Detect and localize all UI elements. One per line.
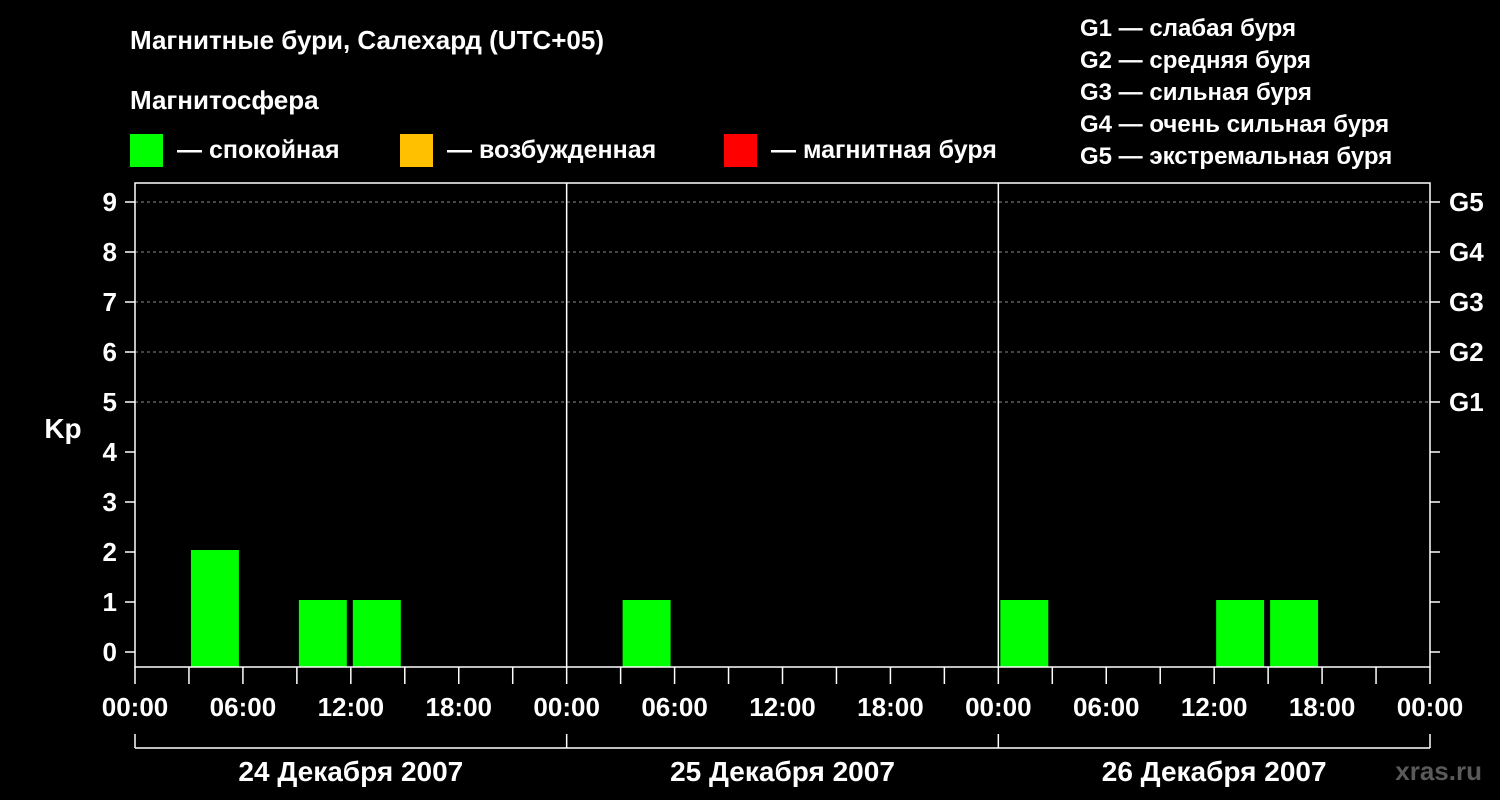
- storm-level-label: G4: [1449, 237, 1484, 267]
- watermark: xras.ru: [1395, 756, 1482, 786]
- legend-label-storm: — магнитная буря: [771, 136, 997, 164]
- y-tick-label: 5: [103, 387, 117, 417]
- bars: [190, 550, 1319, 667]
- x-tick-label: 06:00: [1073, 692, 1140, 722]
- y-tick-label: 4: [103, 437, 118, 467]
- storm-level-label: G3: [1449, 287, 1484, 317]
- legend-heading: Магнитосфера: [130, 85, 319, 115]
- x-tick-label: 00:00: [965, 692, 1032, 722]
- legend-label-disturbed: — возбужденная: [447, 136, 656, 164]
- storm-level-label: G5: [1449, 187, 1484, 217]
- day-label: 25 Декабря 2007: [670, 756, 895, 787]
- y-axis-label: Kp: [44, 413, 81, 444]
- legend-swatch-disturbed: [400, 134, 433, 167]
- x-tick-label: 00:00: [102, 692, 169, 722]
- kp-bar: [298, 600, 347, 667]
- y-tick-label: 1: [103, 587, 117, 617]
- day-label: 26 Декабря 2007: [1102, 756, 1327, 787]
- storm-scale-legend: G1 — слабая буря G2 — средняя буря G3 — …: [1080, 15, 1392, 170]
- x-tick-label: 06:00: [641, 692, 708, 722]
- x-tick-label: 12:00: [749, 692, 816, 722]
- storm-scale-g4: G4 — очень сильная буря: [1080, 111, 1389, 138]
- legend-label-quiet: — спокойная: [177, 136, 340, 164]
- kp-bar: [190, 550, 239, 667]
- kp-bar: [352, 600, 401, 667]
- storm-scale-g3: G3 — сильная буря: [1080, 79, 1312, 106]
- storm-level-label: G2: [1449, 337, 1484, 367]
- x-tick-label: 18:00: [1289, 692, 1356, 722]
- plot-frame: [134, 182, 1431, 668]
- y-tick-label: 9: [103, 187, 117, 217]
- legend-swatch-storm: [724, 134, 757, 167]
- storm-scale-g1: G1 — слабая буря: [1080, 15, 1296, 42]
- x-tick-label: 00:00: [1397, 692, 1464, 722]
- y-tick-label: 3: [103, 487, 117, 517]
- x-tick-label: 18:00: [426, 692, 493, 722]
- storm-level-label: G1: [1449, 387, 1484, 417]
- kp-bar: [622, 600, 671, 667]
- y-tick-label: 0: [103, 637, 117, 667]
- kp-chart: Магнитные бури, Салехард (UTC+05) Магнит…: [44, 15, 1484, 787]
- y-tick-label: 2: [103, 537, 117, 567]
- kp-bar: [1000, 600, 1049, 667]
- x-tick-label: 12:00: [1181, 692, 1248, 722]
- y-tick-label: 6: [103, 337, 117, 367]
- x-tick-label: 06:00: [210, 692, 277, 722]
- legend: — спокойная — возбужденная — магнитная б…: [130, 134, 997, 167]
- y-tick-label: 7: [103, 287, 117, 317]
- kp-bar: [1216, 600, 1265, 667]
- x-tick-label: 00:00: [533, 692, 600, 722]
- legend-swatch-quiet: [130, 134, 163, 167]
- y-tick-label: 8: [103, 237, 117, 267]
- kp-bar: [1270, 600, 1319, 667]
- storm-scale-g5: G5 — экстремальная буря: [1080, 143, 1392, 170]
- tick-labels: 0 1 2 3 4 5 6 7 8 9 G1 G2 G3 G4 G5 00:00 06:00 12:00 18:00…: [102, 187, 1484, 787]
- day-label: 24 Декабря 2007: [238, 756, 463, 787]
- storm-scale-g2: G2 — средняя буря: [1080, 47, 1311, 74]
- grid-lines: [135, 201, 1430, 403]
- chart-title: Магнитные бури, Салехард (UTC+05): [130, 25, 604, 55]
- x-tick-label: 12:00: [318, 692, 385, 722]
- x-tick-label: 18:00: [857, 692, 924, 722]
